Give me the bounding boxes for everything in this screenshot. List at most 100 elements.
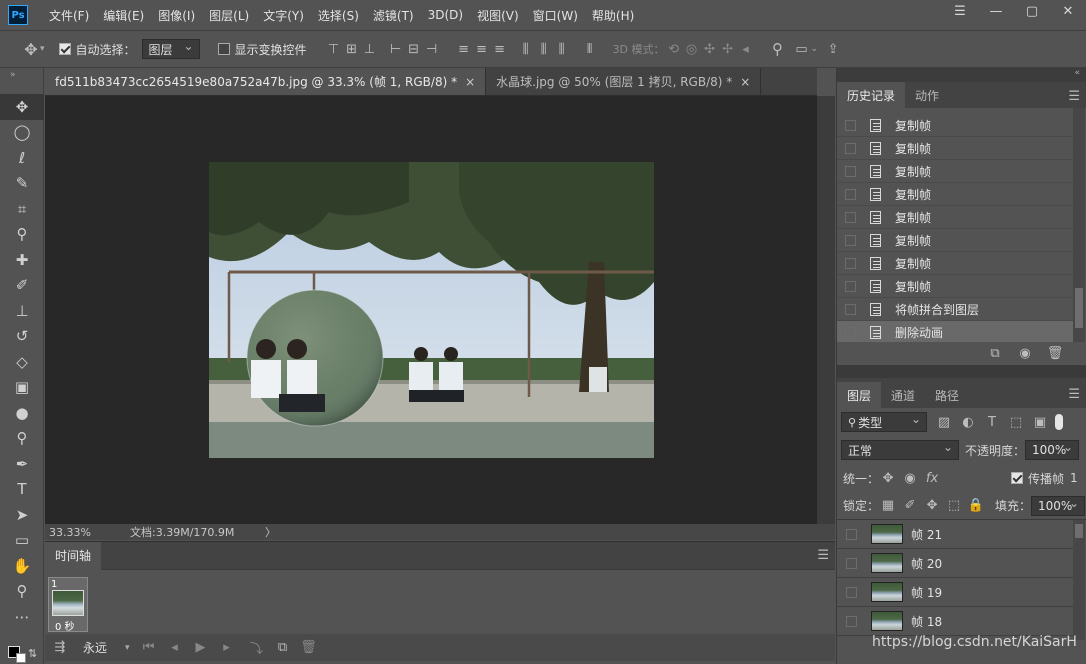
tab-document-1[interactable]: fd511b83473cc2654519e80a752a47b.jpg @ 33…	[45, 68, 487, 95]
search-icon[interactable]: ⚲	[769, 40, 787, 58]
menu-type[interactable]: 文字(Y)	[256, 7, 311, 24]
gradient-tool-icon[interactable]: ▣	[0, 375, 44, 401]
move-tool-icon[interactable]: ✥	[22, 40, 40, 59]
layer-visibility-toggle[interactable]	[846, 557, 857, 569]
align-bottom-icon[interactable]: ⊥	[361, 42, 379, 57]
play-icon[interactable]: ▶	[192, 640, 210, 655]
menu-image[interactable]: 图像(I)	[151, 7, 202, 24]
menu-window[interactable]: 窗口(W)	[526, 7, 585, 24]
tab-timeline[interactable]: 时间轴	[45, 541, 102, 570]
history-snapshot-checkbox[interactable]	[845, 165, 856, 177]
align-vcenter-icon[interactable]: ⊞	[343, 42, 361, 57]
layer-row[interactable]: 帧 18	[837, 607, 1073, 636]
workspace-menu-icon[interactable]: ☰	[942, 0, 978, 22]
show-transform-checkbox[interactable]	[217, 43, 230, 55]
menu-view[interactable]: 视图(V)	[470, 7, 526, 24]
eyedropper-tool-icon[interactable]: ⚲	[0, 222, 44, 248]
canvas-area[interactable]	[45, 96, 817, 524]
lock-transparent-icon[interactable]: ▦	[879, 498, 897, 513]
tab-document-2[interactable]: 水晶球.jpg @ 50% (图层 1 拷贝, RGB/8) * ×	[486, 68, 762, 95]
close-tab-icon[interactable]: ×	[465, 75, 475, 89]
maximize-button[interactable]: ▢	[1014, 0, 1050, 22]
close-button[interactable]: ✕	[1050, 0, 1086, 22]
timeline-menu-icon[interactable]: ☰	[817, 548, 829, 563]
menu-help[interactable]: 帮助(H)	[585, 7, 641, 24]
orbit-3d-icon[interactable]: ⟲	[665, 42, 683, 57]
background-color-swatch[interactable]	[16, 653, 26, 663]
layer-filter-dropdown[interactable]: ⚲ 类型	[841, 412, 927, 432]
convert-timeline-icon[interactable]: ⇶	[51, 640, 69, 655]
marquee-tool-icon[interactable]: ◯	[0, 120, 44, 146]
distribute-vcenter-icon[interactable]: ≡	[473, 42, 491, 57]
lasso-tool-icon[interactable]: ℓ	[0, 145, 44, 171]
crop-tool-icon[interactable]: ⌗	[0, 196, 44, 222]
history-item[interactable]: 复制帧	[837, 114, 1073, 137]
swap-colors-icon[interactable]: ⇅	[28, 647, 37, 660]
distribute-hcenter-icon[interactable]: ⫼	[535, 42, 553, 57]
lock-all-icon[interactable]: 🔒	[967, 498, 985, 513]
layer-visibility-toggle[interactable]	[846, 586, 857, 598]
history-snapshot-checkbox[interactable]	[845, 142, 856, 154]
slide-3d-icon[interactable]: ✢	[719, 42, 737, 57]
history-snapshot-checkbox[interactable]	[845, 326, 856, 338]
layers-scrollbar[interactable]	[1073, 520, 1085, 640]
align-top-icon[interactable]: ⊤	[325, 42, 343, 57]
distribute-right-icon[interactable]: ⫼	[553, 42, 571, 57]
path-select-tool-icon[interactable]: ➤	[0, 502, 44, 528]
history-item[interactable]: 删除动画	[837, 321, 1073, 342]
auto-select-dropdown[interactable]: 图层	[141, 39, 200, 59]
history-item[interactable]: 复制帧	[837, 229, 1073, 252]
layer-visibility-toggle[interactable]	[846, 528, 857, 540]
hand-tool-icon[interactable]: ✋	[0, 553, 44, 579]
menu-file[interactable]: 文件(F)	[42, 7, 96, 24]
history-scrollbar[interactable]	[1073, 108, 1085, 342]
roll-3d-icon[interactable]: ◎	[683, 42, 701, 57]
share-icon[interactable]: ⇪	[824, 42, 842, 57]
menu-edit[interactable]: 编辑(E)	[96, 7, 151, 24]
fill-input[interactable]: 100%	[1031, 495, 1086, 516]
auto-select-checkbox[interactable]	[58, 43, 71, 55]
align-left-icon[interactable]: ⊢	[387, 42, 405, 57]
duplicate-frame-icon[interactable]: ⧉	[274, 640, 292, 655]
zoom-tool-icon[interactable]: ⚲	[0, 579, 44, 605]
history-item[interactable]: 复制帧	[837, 137, 1073, 160]
prev-frame-icon[interactable]: ◂	[166, 640, 184, 655]
filter-pixel-icon[interactable]: ▨	[935, 415, 953, 430]
animation-frame[interactable]: 1 0 秒	[48, 577, 88, 633]
tool-preset-chevron-icon[interactable]: ▾	[40, 44, 45, 54]
filter-adjustment-icon[interactable]: ◐	[959, 415, 977, 430]
menu-layer[interactable]: 图层(L)	[202, 7, 256, 24]
menu-select[interactable]: 选择(S)	[311, 7, 366, 24]
history-snapshot-checkbox[interactable]	[845, 303, 856, 315]
blend-mode-dropdown[interactable]: 正常	[841, 440, 959, 460]
history-snapshot-checkbox[interactable]	[845, 119, 856, 131]
status-menu-arrow[interactable]: 〉	[265, 524, 276, 540]
tab-history[interactable]: 历史记录	[837, 82, 906, 108]
distribute-top-icon[interactable]: ≡	[455, 42, 473, 57]
loop-option[interactable]: 永远	[83, 639, 107, 656]
collapse-panels-icon[interactable]: «	[837, 68, 1086, 82]
more-tools-icon[interactable]: ⋯	[0, 604, 44, 630]
next-frame-icon[interactable]: ▸	[218, 640, 236, 655]
history-snapshot-checkbox[interactable]	[845, 211, 856, 223]
unify-style-icon[interactable]: fx	[923, 471, 941, 486]
delete-frame-icon[interactable]: 🗑	[300, 640, 318, 655]
blur-tool-icon[interactable]: ●	[0, 400, 44, 426]
history-snapshot-checkbox[interactable]	[845, 234, 856, 246]
type-tool-icon[interactable]: T	[0, 477, 44, 503]
unify-position-icon[interactable]: ✥	[879, 471, 897, 486]
new-document-from-state-icon[interactable]: ⧉	[986, 346, 1004, 361]
tab-layers[interactable]: 图层	[837, 382, 882, 408]
filter-smart-object-icon[interactable]: ▣	[1031, 415, 1049, 430]
history-item[interactable]: 复制帧	[837, 183, 1073, 206]
workspace-chevron-icon[interactable]: ⌄	[811, 44, 819, 54]
auto-align-icon[interactable]: ⫴	[581, 42, 599, 57]
drag-3d-icon[interactable]: ✣	[701, 42, 719, 57]
delete-state-icon[interactable]: 🗑	[1046, 346, 1064, 361]
document-image[interactable]	[209, 162, 654, 458]
rectangle-tool-icon[interactable]: ▭	[0, 528, 44, 554]
collapse-toolbar-icon[interactable]: »	[0, 68, 43, 94]
close-tab-icon[interactable]: ×	[740, 75, 750, 89]
move-tool-icon[interactable]: ✥	[0, 94, 44, 120]
lock-position-icon[interactable]: ✥	[923, 498, 941, 513]
